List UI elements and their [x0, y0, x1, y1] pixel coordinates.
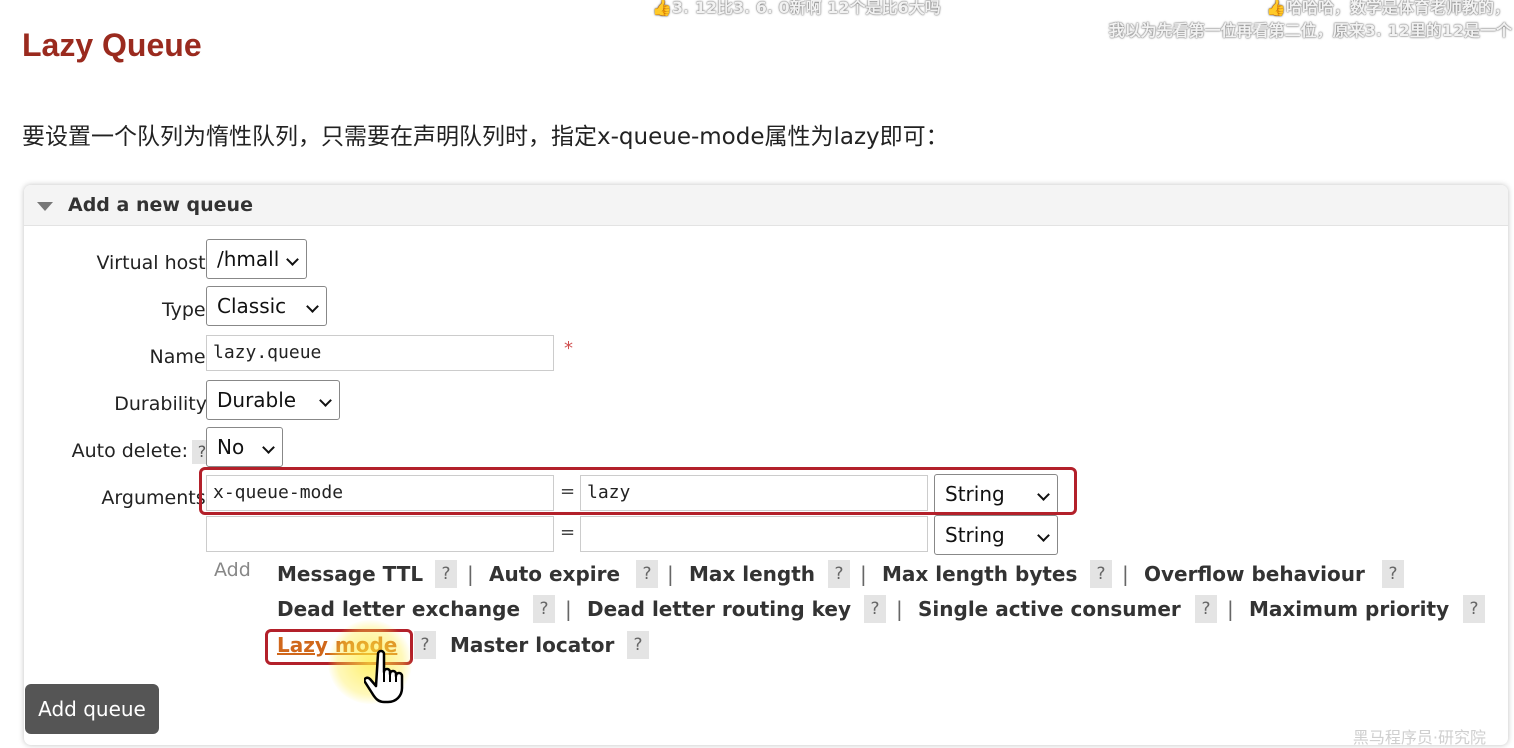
single-active-consumer-help-icon[interactable]: ?	[1195, 595, 1217, 623]
separator: |	[1122, 562, 1129, 586]
chevron-down-icon	[306, 300, 319, 313]
auto-expire-help-icon[interactable]: ?	[636, 560, 658, 588]
danmaku-comment-3: 我以为先看第一位再看第二位，原来3. 12里的12是一个	[1108, 21, 1512, 40]
separator: |	[1227, 597, 1234, 621]
type-value: Classic	[217, 294, 287, 318]
virtual-host-select[interactable]: /hmall	[206, 239, 307, 279]
auto-delete-label: Auto delete:?	[24, 440, 212, 464]
watermark: 黑马程序员·研究院	[1352, 728, 1486, 747]
dead-letter-routing-key-link[interactable]: Dead letter routing key	[587, 597, 851, 621]
separator: |	[896, 597, 903, 621]
auto-delete-value: No	[217, 435, 245, 459]
max-length-bytes-link[interactable]: Max length bytes	[882, 562, 1077, 586]
virtual-host-label: Virtual host:	[96, 252, 212, 274]
collapse-triangle-icon[interactable]	[37, 202, 53, 211]
chevron-down-icon	[319, 394, 332, 407]
dead-letter-exchange-help-icon[interactable]: ?	[533, 595, 555, 623]
dead-letter-routing-key-help-icon[interactable]: ?	[864, 595, 886, 623]
dead-letter-exchange-link[interactable]: Dead letter exchange	[277, 597, 520, 621]
add-queue-button[interactable]: Add queue	[25, 684, 159, 734]
lazy-mode-help-icon[interactable]: ?	[414, 631, 436, 659]
overflow-behaviour-help-icon[interactable]: ?	[1382, 560, 1404, 588]
master-locator-help-icon[interactable]: ?	[627, 631, 649, 659]
add-argument-label: Add	[214, 559, 251, 581]
message-ttl-link[interactable]: Message TTL	[277, 562, 423, 586]
maximum-priority-help-icon[interactable]: ?	[1463, 595, 1485, 623]
chevron-down-icon	[262, 441, 275, 454]
durability-select[interactable]: Durable	[206, 380, 340, 420]
auto-expire-link[interactable]: Auto expire	[489, 562, 620, 586]
separator: |	[467, 562, 474, 586]
intro-text: 要设置一个队列为惰性队列，只需要在声明队列时，指定x-queue-mode属性为…	[22, 124, 949, 150]
overflow-behaviour-link[interactable]: Overflow behaviour	[1144, 562, 1365, 586]
name-label: Name:	[149, 346, 212, 368]
argument-type-select-empty[interactable]: String	[934, 515, 1058, 555]
max-length-bytes-help-icon[interactable]: ?	[1090, 560, 1112, 588]
danmaku-comment-1: 👍3. 12比3. 6. 0新啊 12个是比6大吗	[652, 0, 941, 17]
auto-delete-label-text: Auto delete:	[71, 440, 188, 462]
hand-pointer-cursor-icon	[364, 649, 404, 704]
message-ttl-help-icon[interactable]: ?	[435, 560, 457, 588]
argument-equals: =	[560, 522, 576, 543]
page-title: Lazy Queue	[22, 27, 202, 63]
panel-header[interactable]: Add a new queue	[24, 185, 1508, 226]
arguments-label: Arguments:	[101, 487, 212, 509]
add-queue-panel: Add a new queue Virtual host: Type: Name…	[24, 185, 1508, 745]
panel-title: Add a new queue	[68, 194, 253, 216]
type-select[interactable]: Classic	[206, 286, 327, 326]
danmaku-comment-2: 👍哈哈哈，数学是体育老师教的，	[1266, 0, 1510, 17]
master-locator-link[interactable]: Master locator	[450, 633, 614, 657]
chevron-down-icon	[1037, 529, 1050, 542]
virtual-host-value: /hmall	[217, 247, 280, 271]
argument-value-input-empty[interactable]	[580, 516, 928, 552]
name-input[interactable]: lazy.queue	[206, 335, 554, 371]
maximum-priority-link[interactable]: Maximum priority	[1249, 597, 1449, 621]
argument-type-value: String	[945, 523, 1005, 547]
argument-key-input-empty[interactable]	[206, 516, 554, 552]
chevron-down-icon	[286, 253, 299, 266]
separator: |	[860, 562, 867, 586]
auto-delete-select[interactable]: No	[206, 427, 283, 467]
type-label: Type:	[161, 299, 212, 321]
max-length-help-icon[interactable]: ?	[828, 560, 850, 588]
durability-label: Durability:	[114, 393, 212, 415]
durability-value: Durable	[217, 388, 297, 412]
single-active-consumer-link[interactable]: Single active consumer	[918, 597, 1181, 621]
argument-highlight-box	[199, 467, 1077, 515]
required-asterisk: *	[564, 338, 573, 359]
separator: |	[565, 597, 572, 621]
max-length-link[interactable]: Max length	[689, 562, 815, 586]
separator: |	[667, 562, 674, 586]
